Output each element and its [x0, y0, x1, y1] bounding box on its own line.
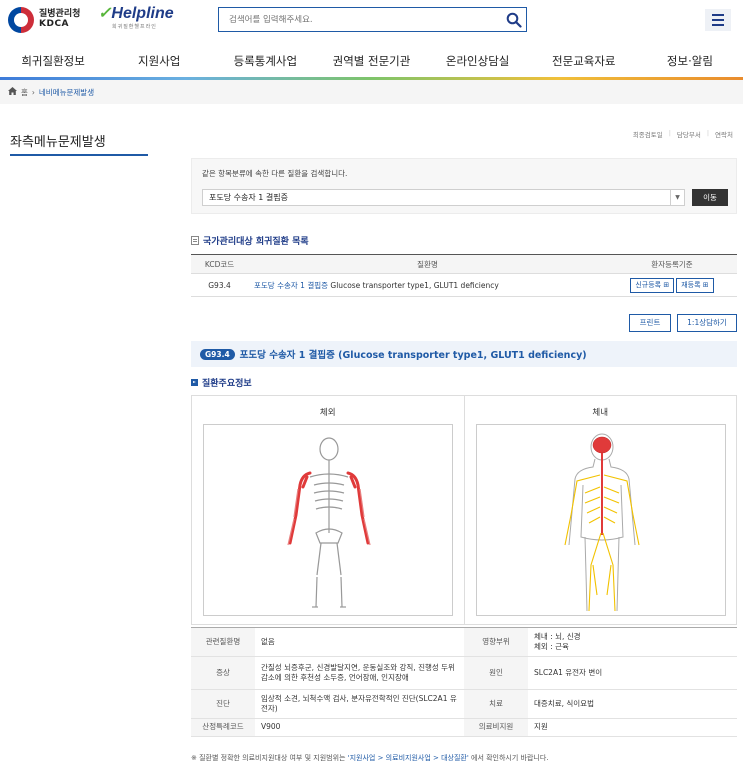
- new-registration-button[interactable]: 신규등록 ⊞: [630, 277, 675, 293]
- document-icon: [191, 236, 199, 245]
- rare-disease-table: KCD코드 질환명 환자등록기준 G93.4 포도당 수송자 1 결핍증 Glu…: [191, 254, 737, 297]
- kdca-emblem-icon: [8, 7, 34, 33]
- disease-name-en: Glucose transporter type1, GLUT1 deficie…: [328, 280, 499, 290]
- symptom-value: 간질성 뇌증후군, 신경발달지연, 운동실조와 강직, 진행성 두위 감소에 의…: [255, 656, 464, 690]
- helpline-logo[interactable]: ✓Helpline 희귀질환헬프라인: [98, 3, 188, 35]
- page-meta-links: 최종검토일 | 담당부서 | 연락처: [632, 129, 733, 139]
- treatment-value: 대증치료, 식이요법: [528, 689, 737, 719]
- nav-item-regional-centers[interactable]: 권역별 전문기관: [318, 45, 424, 77]
- nav-item-rare-disease-info[interactable]: 희귀질환정보: [0, 45, 106, 77]
- kcd-code: G93.4: [191, 273, 248, 297]
- re-registration-button[interactable]: 재등록 ⊞: [676, 277, 714, 293]
- breadcrumb-current[interactable]: 네비메뉴문제발생: [39, 87, 94, 98]
- print-button[interactable]: 프린트: [629, 314, 671, 332]
- diagnosis-value: 임상적 소견, 뇌척수액 검사, 분자유전학적인 진단(SLC2A1 유전자): [255, 689, 464, 719]
- col-disease-name: 질환명: [248, 254, 607, 274]
- rare-disease-list-title-text: 국가관리대상 희귀질환 목록: [203, 237, 309, 247]
- medical-support-label: 의료비지원: [464, 718, 528, 737]
- nav-item-online-consult[interactable]: 온라인상담실: [425, 45, 531, 77]
- main-info-title: 질환주요정보: [191, 376, 252, 389]
- disease-code-badge: G93.4: [200, 348, 235, 360]
- chevron-right-icon: ›: [31, 87, 35, 97]
- search-input[interactable]: [219, 14, 502, 25]
- helpline-logo-text: Helpline: [111, 5, 174, 22]
- kdca-name-en: KDCA: [39, 19, 70, 29]
- department-link[interactable]: 담당부서: [677, 129, 701, 139]
- rare-disease-list-title: 국가관리대상 희귀질환 목록: [191, 234, 309, 247]
- helpline-leaf-icon: ✓: [98, 5, 112, 22]
- nav-item-support[interactable]: 지원사업: [106, 45, 212, 77]
- kdca-logo[interactable]: 질병관리청 KDCA: [8, 6, 100, 34]
- affected-area-value: 체내 : 뇌, 신경 체외 : 근육: [528, 627, 737, 657]
- nav-item-registry[interactable]: 등록통계사업: [212, 45, 318, 77]
- external-label: 체외: [319, 408, 336, 418]
- related-disease-label: 관련질환명: [191, 627, 255, 657]
- disease-name-link[interactable]: 포도당 수송자 1 결핍증: [254, 281, 328, 290]
- main-nav: 희귀질환정보 지원사업 등록통계사업 권역별 전문기관 온라인상담실 전문교육자…: [0, 45, 743, 78]
- support-note: ※ 질환별 정확한 의료비지원대상 여부 및 지원범위는 '지원사업 > 의료비…: [191, 754, 549, 762]
- body-figures: 체외 체내: [191, 395, 737, 625]
- bullet-arrow-icon: [191, 379, 198, 386]
- home-icon[interactable]: [8, 87, 17, 97]
- nav-item-education[interactable]: 전문교육자료: [531, 45, 637, 77]
- breadcrumb: 홈 › 네비메뉴문제발생: [0, 80, 743, 104]
- disease-info-table: 관련질환명 없음 영향부위 체내 : 뇌, 신경 체외 : 근육 증상 간질성 뇌…: [191, 627, 737, 737]
- disease-header: G93.4 포도당 수송자 1 결핍증 (Glucose transporter…: [191, 341, 737, 367]
- consult-button[interactable]: 1:1상담하기: [677, 314, 737, 332]
- cause-value: SLC2A1 유전자 변이: [528, 656, 737, 690]
- contact-link[interactable]: 연락처: [715, 129, 733, 139]
- window-icon: ⊞: [702, 280, 709, 289]
- cause-label: 원인: [464, 656, 528, 690]
- left-menu-title: 좌측메뉴문제발생: [10, 135, 106, 150]
- window-icon: ⊞: [663, 280, 670, 289]
- affected-area-label: 영향부위: [464, 627, 528, 657]
- filter-description: 같은 항목분류에 속한 다른 질환을 검색합니다.: [202, 169, 348, 178]
- nav-item-info-notice[interactable]: 정보·알림: [637, 45, 743, 77]
- chevron-down-icon[interactable]: ▼: [670, 190, 684, 205]
- disease-filter-box: 같은 항목분류에 속한 다른 질환을 검색합니다. 포도당 수송자 1 결핍증 …: [191, 158, 737, 214]
- medical-support-value: 지원: [528, 718, 737, 737]
- internal-label: 체내: [592, 408, 609, 418]
- main-info-title-text: 질환주요정보: [202, 379, 252, 389]
- site-header: 질병관리청 KDCA ✓Helpline 희귀질환헬프라인: [0, 0, 743, 45]
- disease-select[interactable]: 포도당 수송자 1 결핍증 ▼: [202, 189, 685, 206]
- symptom-label: 증상: [191, 656, 255, 690]
- support-note-link[interactable]: '지원사업 > 의료비지원사업 > 대상질환': [348, 754, 469, 762]
- external-figure-panel: 체외: [192, 396, 464, 624]
- left-title-underline: [10, 154, 148, 156]
- internal-figure-panel: 체내: [463, 396, 737, 624]
- search-icon[interactable]: [502, 8, 526, 31]
- nervous-system-figure: [475, 424, 726, 616]
- special-code-value: V900: [255, 718, 464, 737]
- search-box: [218, 7, 527, 32]
- registration-cell: 신규등록 ⊞ 재등록 ⊞: [607, 273, 737, 297]
- col-registration: 환자등록기준: [607, 254, 737, 274]
- disease-select-value: 포도당 수송자 1 결핍증: [209, 193, 288, 202]
- move-button[interactable]: 이동: [692, 189, 728, 206]
- table-row: G93.4 포도당 수송자 1 결핍증 Glucose transporter …: [191, 273, 737, 297]
- last-review-link[interactable]: 최종검토일: [633, 129, 663, 139]
- disease-name-cell: 포도당 수송자 1 결핍증 Glucose transporter type1,…: [248, 273, 607, 297]
- helpline-sub: 희귀질환헬프라인: [112, 24, 157, 30]
- col-kcd-code: KCD코드: [191, 254, 248, 274]
- diagnosis-label: 진단: [191, 689, 255, 719]
- treatment-label: 치료: [464, 689, 528, 719]
- special-code-label: 산정특례코드: [191, 718, 255, 737]
- hamburger-icon[interactable]: [705, 9, 731, 31]
- related-disease-value: 없음: [255, 627, 464, 657]
- skeleton-muscle-figure: [203, 424, 453, 616]
- breadcrumb-home[interactable]: 홈: [21, 87, 28, 98]
- disease-title: 포도당 수송자 1 결핍증 (Glucose transporter type1…: [239, 350, 587, 361]
